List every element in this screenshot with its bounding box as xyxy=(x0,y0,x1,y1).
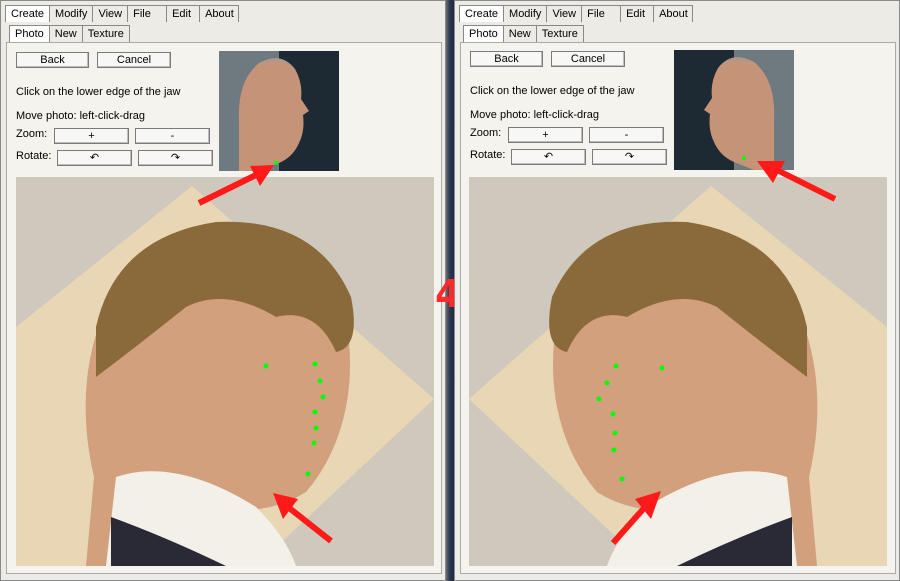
arrow-icon xyxy=(273,493,333,544)
arrow-icon xyxy=(197,165,274,206)
menu-modify[interactable]: Modify xyxy=(503,5,548,22)
landmark-markers xyxy=(596,363,665,482)
instruction-text: Click on the lower edge of the jaw xyxy=(470,85,635,97)
menu-edit[interactable]: Edit xyxy=(166,5,201,22)
reference-photo-thumbnail xyxy=(674,50,794,170)
menu-file[interactable]: File xyxy=(581,5,622,22)
menu-bar: Create Modify View File Edit About xyxy=(5,5,240,23)
menu-view[interactable]: View xyxy=(546,5,583,22)
sub-tab-bar: Photo New Texture xyxy=(9,25,130,43)
menu-edit[interactable]: Edit xyxy=(620,5,655,22)
move-hint: Move photo: left-click-drag xyxy=(470,109,599,121)
instruction-text: Click on the lower edge of the jaw xyxy=(16,86,181,98)
menu-modify[interactable]: Modify xyxy=(49,5,94,22)
menu-about[interactable]: About xyxy=(653,5,694,22)
tab-texture[interactable]: Texture xyxy=(81,25,130,42)
reference-photo-thumbnail xyxy=(219,51,339,171)
rotate-cw-button[interactable]: ↷ xyxy=(592,149,667,165)
editor-panel-left: Create Modify View File Edit About Photo… xyxy=(0,0,446,581)
zoom-out-button[interactable]: - xyxy=(589,127,664,143)
cancel-button[interactable]: Cancel xyxy=(551,51,625,67)
zoom-label: Zoom: xyxy=(470,127,502,139)
sub-tab-bar: Photo New Texture xyxy=(463,25,584,43)
menu-bar: Create Modify View File Edit About xyxy=(459,5,694,23)
arrow-icon xyxy=(610,491,661,545)
zoom-in-button[interactable]: + xyxy=(54,128,129,144)
tab-photo[interactable]: Photo xyxy=(463,25,504,43)
move-hint: Move photo: left-click-drag xyxy=(16,110,145,122)
menu-view[interactable]: View xyxy=(92,5,129,22)
menu-file[interactable]: File xyxy=(127,5,168,22)
zoom-label: Zoom: xyxy=(16,128,48,140)
rotate-ccw-button[interactable]: ↶ xyxy=(57,150,132,166)
photo-canvas[interactable] xyxy=(16,177,434,566)
zoom-in-button[interactable]: + xyxy=(508,127,583,143)
photo-canvas[interactable] xyxy=(469,177,887,566)
rotate-label: Rotate: xyxy=(16,150,52,162)
back-button[interactable]: Back xyxy=(16,52,89,68)
zoom-out-button[interactable]: - xyxy=(135,128,210,144)
arrow-icon xyxy=(757,161,837,202)
menu-create[interactable]: Create xyxy=(459,5,505,22)
tab-new[interactable]: New xyxy=(502,25,537,42)
menu-about[interactable]: About xyxy=(199,5,240,22)
cancel-button[interactable]: Cancel xyxy=(97,52,171,68)
landmark-markers xyxy=(263,361,326,477)
editor-panel-right: Create Modify View File Edit About Photo… xyxy=(454,0,900,581)
rotate-label: Rotate: xyxy=(470,149,506,161)
tab-new[interactable]: New xyxy=(48,25,83,42)
rotate-ccw-button[interactable]: ↶ xyxy=(511,149,586,165)
menu-create[interactable]: Create xyxy=(5,5,51,22)
tab-texture[interactable]: Texture xyxy=(535,25,584,42)
tab-photo[interactable]: Photo xyxy=(9,25,50,43)
back-button[interactable]: Back xyxy=(470,51,543,67)
